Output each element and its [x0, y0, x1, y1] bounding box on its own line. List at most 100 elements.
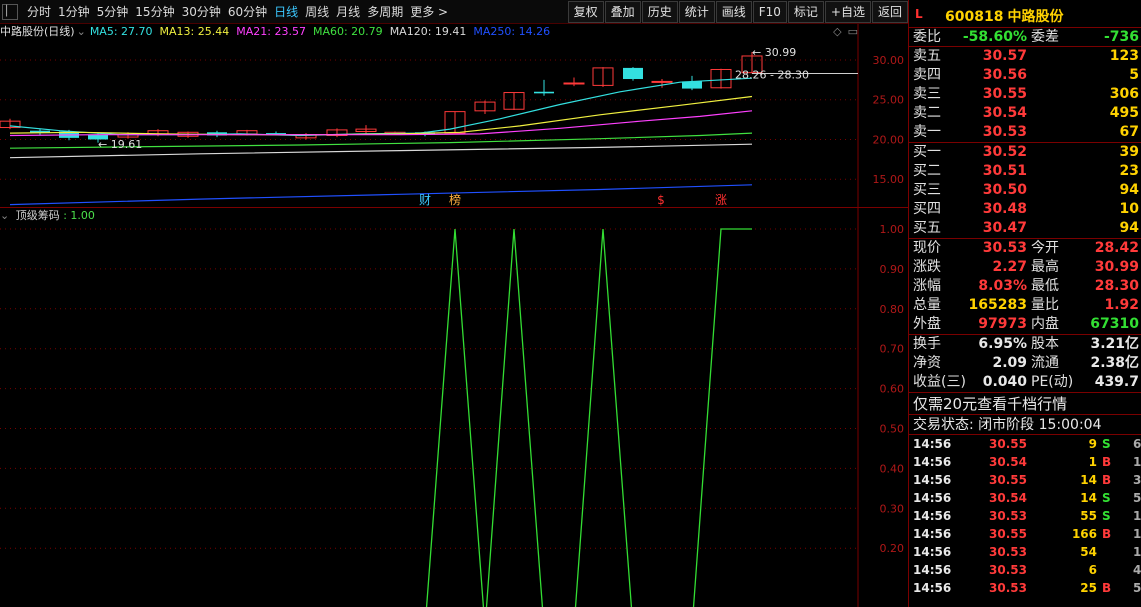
row-label: 现价 [913, 240, 941, 256]
period-tab-2[interactable]: 5分钟 [94, 0, 132, 24]
tick-price: 30.55 [989, 527, 1027, 541]
tick-price: 30.55 [989, 437, 1027, 451]
chart-option-icons: ◇ ▭ [827, 25, 858, 38]
row-label: 卖二 [913, 105, 941, 121]
row-volume: 94 [1119, 182, 1139, 198]
tick-count: 15 [1133, 509, 1141, 523]
period-tab-7[interactable]: 周线 [302, 0, 332, 24]
indicator-chart-svg[interactable]: 1.00 0.90 0.80 0.70 0.60 0.50 0.40 0.30 0.20 [0, 208, 908, 607]
row-label: 卖四 [913, 67, 941, 83]
collapse-icon[interactable]: ▭ [848, 25, 858, 38]
row-label-2: 流通 [1031, 355, 1059, 371]
period-tab-0[interactable]: 分时 [24, 0, 54, 24]
row-value: 165283 [968, 297, 1027, 313]
row-label: 净资 [913, 355, 941, 371]
tick-row: 14:56 30.55 166 B 18 [909, 525, 1141, 543]
promo-banner[interactable]: 仅需20元查看千档行情 [909, 393, 1141, 415]
toolbar-button-6[interactable]: 标记 [787, 1, 824, 23]
row-value-2: 1.92 [1104, 297, 1139, 313]
tick-count: 5 [1133, 491, 1141, 505]
period-tab-9[interactable]: 多周期 [364, 0, 406, 24]
tick-count: 4 [1133, 563, 1141, 577]
period-tab-5[interactable]: 60分钟 [225, 0, 270, 24]
y-tick-label: 1.00 [880, 223, 905, 236]
tick-price: 30.55 [989, 473, 1027, 487]
row-label: 换手 [913, 336, 941, 352]
y-tick-label: 0.30 [880, 502, 905, 515]
chevron-down-icon[interactable]: ⌄ [77, 24, 86, 40]
row-value: 30.53 [982, 124, 1027, 140]
indicator-name: 顶级筹码 [15, 209, 60, 222]
annotation-high: ← 30.99 [752, 46, 796, 59]
y-tick-label: 0.20 [880, 542, 905, 555]
candlestick-chart-svg[interactable]: 30.00 25.00 20.00 15.00 ← 30.99 28.26 - 28.30… [0, 24, 908, 207]
stat-row: 现价 30.53 今开 28.42 [909, 239, 1141, 258]
tick-direction: B [1102, 455, 1112, 469]
ma-legend-item-1: MA13: 25.44 [159, 25, 230, 38]
row-volume: 23 [1119, 163, 1139, 179]
toolbar-button-0[interactable]: 复权 [567, 1, 604, 23]
toolbar-button-4[interactable]: 画线 [715, 1, 752, 23]
ma-legend-item-3: MA60: 20.79 [312, 25, 383, 38]
bid-row: 买四 30.48 10 [909, 200, 1141, 219]
tick-row: 14:56 30.53 55 S 15 [909, 507, 1141, 525]
ma-legend-item-0: MA5: 27.70 [89, 25, 153, 38]
chevron-down-icon[interactable]: ⌄ [0, 209, 9, 222]
candle-19 [563, 77, 585, 87]
tick-direction: S [1102, 509, 1111, 523]
bid-row: 买二 30.51 23 [909, 162, 1141, 181]
event-tag-0: 财 [419, 193, 431, 207]
row-label: 总量 [913, 297, 941, 313]
tick-row: 14:56 30.54 1 B 1 [909, 453, 1141, 471]
candle-23 [682, 75, 702, 91]
tick-count: 1 [1133, 455, 1141, 469]
tick-volume: 1 [1088, 455, 1097, 469]
trade-status: 交易状态: 闭市阶段 15:00:04 [909, 415, 1141, 435]
indicator-panel[interactable]: 1.00 0.90 0.80 0.70 0.60 0.50 0.40 0.30 0.20 ⌄ 顶… [0, 207, 908, 607]
period-tab-1[interactable]: 1分钟 [55, 0, 93, 24]
candle-11 [326, 128, 348, 138]
ma250-line [9, 184, 753, 206]
row-label: 外盘 [913, 316, 941, 332]
tick-time: 14:56 [913, 455, 952, 469]
period-tab-3[interactable]: 15分钟 [132, 0, 177, 24]
row-label: 买五 [913, 220, 941, 236]
stat-row: 总量 165283 量比 1.92 [909, 296, 1141, 315]
row-label: 买二 [913, 163, 941, 179]
row-value: 8.03% [978, 278, 1027, 294]
toolbar-button-1[interactable]: 叠加 [604, 1, 641, 23]
bid-book: 买一 30.52 39 买二 30.51 23 买三 30.50 94 买四 30.48 10 买五 30… [909, 143, 1141, 239]
period-tab-6[interactable]: 日线 [271, 0, 301, 24]
order-ratio-row: 委比 -58.60% 委差 -736 [909, 28, 1141, 47]
row-value: 30.54 [982, 105, 1027, 121]
stat-row: 净资 2.09 流通 2.38亿 [909, 354, 1141, 373]
toolbar-button-3[interactable]: 统计 [678, 1, 715, 23]
toolbar-button-8[interactable]: 返回 [871, 1, 908, 23]
tick-list[interactable]: 14:56 30.55 9 S 6 14:56 30.54 1 B 1 14:56 30.55 14 B 3… [909, 435, 1141, 597]
ratio-label: 委比 [913, 29, 941, 45]
toolbar-button-5[interactable]: F10 [752, 1, 787, 23]
row-label: 买四 [913, 201, 941, 217]
y-tick-label: 15.00 [873, 173, 905, 186]
indicator-legend: ⌄ 顶级筹码 : 1.00 [0, 209, 95, 223]
diamond-icon[interactable]: ◇ [833, 25, 841, 38]
stock-code[interactable]: 600818 中路股份 [945, 6, 1063, 26]
chevron-left-icon[interactable]: ▏ [2, 4, 18, 20]
tick-volume: 6 [1088, 563, 1097, 577]
price-chart[interactable]: 30.00 25.00 20.00 15.00 ← 30.99 28.26 - 28.30… [0, 24, 908, 207]
row-label: 买一 [913, 144, 941, 160]
row-value: 30.55 [982, 86, 1027, 102]
indicator-line [425, 228, 752, 607]
tick-time: 14:56 [913, 509, 952, 523]
event-tag-3: 涨 [715, 192, 727, 207]
toolbar-button-2[interactable]: 历史 [641, 1, 678, 23]
row-volume: 495 [1109, 105, 1139, 121]
period-tab-10[interactable]: 更多 > [407, 0, 451, 24]
toolbar-button-7[interactable]: +自选 [824, 1, 871, 23]
candle-17 [503, 92, 525, 111]
period-tab-8[interactable]: 月线 [333, 0, 363, 24]
candle-16 [474, 100, 496, 115]
tick-volume: 14 [1080, 473, 1097, 487]
period-tab-4[interactable]: 30分钟 [179, 0, 224, 24]
row-label: 涨幅 [913, 278, 941, 294]
